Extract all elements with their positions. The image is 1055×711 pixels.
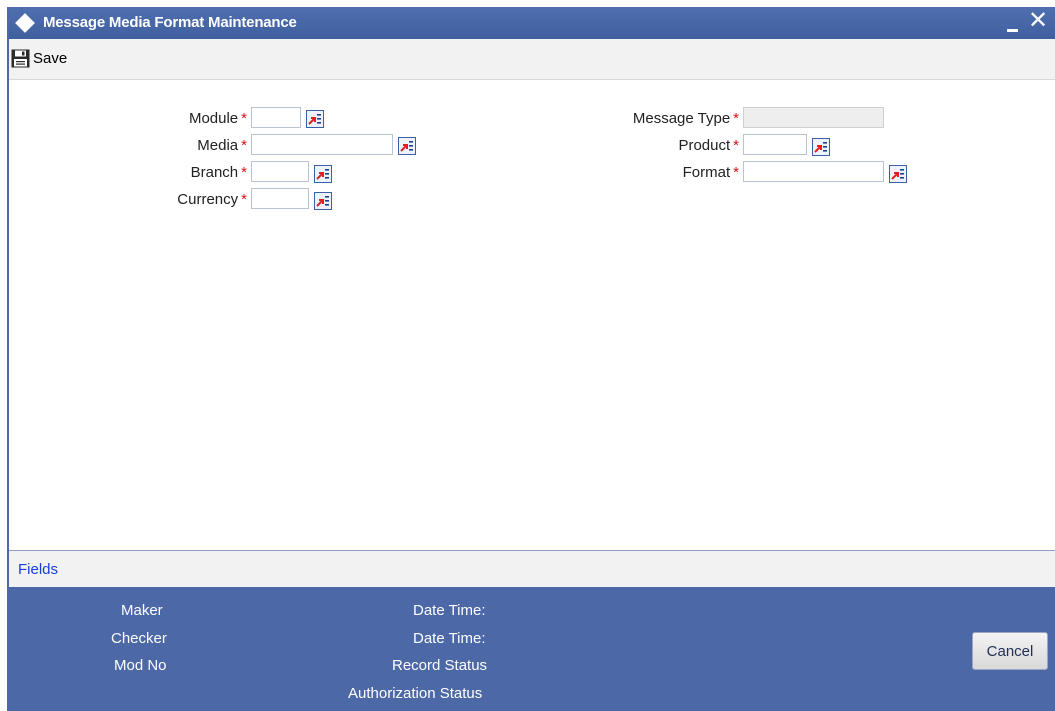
required-marker: * — [733, 137, 739, 154]
authorization-status-label: Authorization Status — [348, 685, 483, 702]
format-label: Format * — [682, 164, 739, 181]
currency-input[interactable] — [251, 188, 309, 209]
record-status-label: Record Status — [392, 657, 488, 674]
window-title: Message Media Format Maintenance — [43, 14, 297, 31]
lov-icon[interactable] — [314, 165, 332, 183]
diamond-icon — [15, 13, 35, 33]
branch-label: Branch * — [190, 164, 247, 181]
product-input[interactable] — [743, 134, 807, 155]
required-marker: * — [241, 110, 247, 127]
required-marker: * — [241, 191, 247, 208]
maker-label: Maker — [121, 602, 163, 619]
fields-link[interactable]: Fields — [18, 561, 58, 578]
minimize-icon[interactable] — [1007, 15, 1019, 33]
floppy-disk-icon — [11, 49, 30, 67]
toolbar: Save — [9, 39, 1055, 80]
module-label: Module * — [188, 110, 247, 127]
message-type-label: Message Type * — [632, 110, 739, 127]
checker-date-time-label: Date Time: — [413, 630, 486, 647]
required-marker: * — [241, 164, 247, 181]
message-type-input — [743, 107, 884, 128]
form-area: Module * Media * Branch * Currency * Mes… — [9, 80, 1055, 550]
format-input[interactable] — [743, 161, 884, 182]
maker-date-time-label: Date Time: — [413, 602, 486, 619]
lov-icon[interactable] — [398, 137, 416, 155]
mod-no-label: Mod No — [114, 657, 167, 674]
save-button[interactable]: Save — [11, 47, 67, 69]
lov-icon[interactable] — [314, 192, 332, 210]
save-label: Save — [33, 49, 68, 67]
close-icon[interactable]: ✕ — [1028, 8, 1048, 34]
product-label: Product * — [678, 137, 739, 154]
required-marker: * — [733, 164, 739, 181]
media-input[interactable] — [251, 134, 393, 155]
lov-icon[interactable] — [306, 110, 324, 128]
title-bar: Message Media Format Maintenance ✕ — [9, 7, 1055, 39]
checker-label: Checker — [111, 630, 167, 647]
media-label: Media * — [197, 137, 247, 154]
lov-icon[interactable] — [889, 165, 907, 183]
currency-label: Currency * — [177, 191, 247, 208]
cancel-button[interactable]: Cancel — [972, 632, 1048, 670]
maintenance-window: Message Media Format Maintenance ✕ Save … — [7, 7, 1055, 711]
audit-footer: Maker Checker Mod No Date Time: Date Tim… — [9, 587, 1055, 711]
branch-input[interactable] — [251, 161, 309, 182]
lov-icon[interactable] — [812, 138, 830, 156]
fields-bar: Fields — [9, 550, 1055, 587]
required-marker: * — [733, 110, 739, 127]
module-input[interactable] — [251, 107, 301, 128]
required-marker: * — [241, 137, 247, 154]
